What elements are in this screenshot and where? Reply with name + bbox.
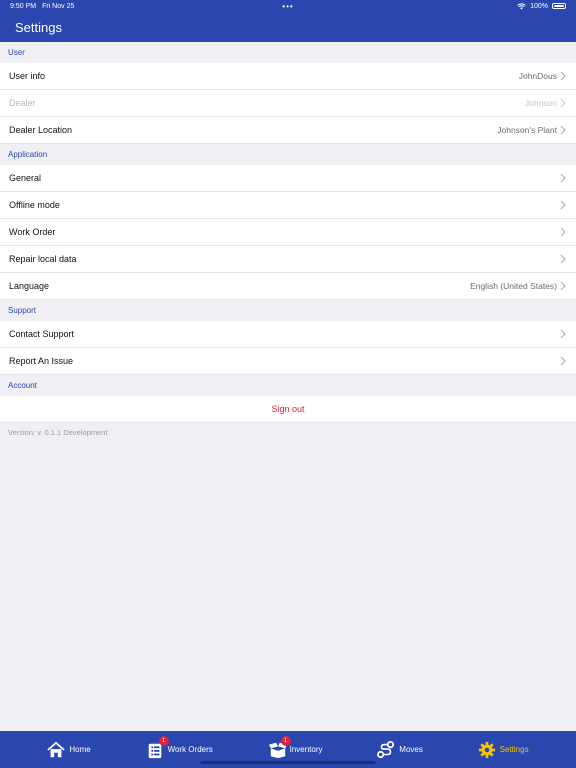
row-label: Work Order	[9, 227, 56, 237]
row-contact-support[interactable]: Contact Support	[0, 321, 576, 348]
tab-work-orders[interactable]: 1 Work Orders	[146, 735, 213, 765]
chevron-right-icon	[560, 173, 566, 183]
row-dealer-location[interactable]: Dealer Location Johnson's Plant	[0, 117, 576, 144]
row-general[interactable]: General	[0, 165, 576, 192]
sign-out-button[interactable]: Sign out	[0, 396, 576, 423]
status-time: 9:50 PM	[10, 2, 37, 10]
row-label: Language	[9, 281, 50, 291]
tab-inventory[interactable]: 1 Inventory	[268, 735, 323, 765]
inventory-icon-wrap: 1	[268, 735, 291, 759]
sign-out-label: Sign out	[271, 404, 305, 414]
navigation-bar: Settings	[0, 12, 576, 42]
home-indicator	[200, 761, 376, 764]
section-title: Account	[8, 381, 37, 390]
work-orders-badge: 1	[158, 735, 169, 746]
battery-icon	[552, 3, 566, 9]
wifi-icon	[517, 2, 526, 9]
row-work-order[interactable]: Work Order	[0, 219, 576, 246]
tab-settings[interactable]: Settings	[478, 735, 529, 765]
row-label: User info	[9, 71, 46, 81]
home-icon	[47, 741, 66, 757]
row-label: Report An Issue	[9, 356, 74, 366]
section-header-support: Support	[0, 300, 576, 321]
chevron-right-icon	[560, 329, 566, 339]
section-title: User	[8, 48, 25, 57]
section-header-user: User	[0, 42, 576, 63]
tab-home[interactable]: Home	[47, 735, 91, 765]
chevron-right-icon	[560, 281, 566, 291]
row-value: Johnson's Plant	[497, 125, 557, 135]
row-dealer: Dealer Johnson	[0, 90, 576, 117]
row-label: General	[9, 173, 42, 183]
route-icon	[377, 740, 395, 758]
chevron-right-icon	[560, 98, 566, 108]
status-bar: 9:50 PM Fri Nov 25 ••• 100%	[0, 0, 576, 12]
chevron-right-icon	[560, 227, 566, 237]
section-title: Support	[8, 306, 37, 315]
tab-label: Settings	[499, 745, 529, 754]
row-report-issue[interactable]: Report An Issue	[0, 348, 576, 375]
tab-moves[interactable]: Moves	[377, 735, 423, 765]
version-text: Version: v. 0.1.1 Development	[8, 428, 108, 437]
inventory-badge: 1	[280, 735, 291, 746]
section-header-account: Account	[0, 375, 576, 396]
gear-icon	[478, 741, 495, 758]
chevron-right-icon	[560, 254, 566, 264]
row-value: JohnDous	[518, 71, 557, 81]
row-label: Offline mode	[9, 200, 60, 210]
page-title: Settings	[15, 19, 62, 35]
tab-label: Moves	[399, 745, 423, 754]
row-label: Contact Support	[9, 329, 75, 339]
battery-percent: 100%	[530, 2, 548, 10]
chevron-right-icon	[560, 125, 566, 135]
row-offline-mode[interactable]: Offline mode	[0, 192, 576, 219]
row-label: Dealer Location	[9, 125, 73, 135]
tab-label: Inventory	[289, 745, 323, 754]
chevron-right-icon	[560, 71, 566, 81]
tab-label: Work Orders	[167, 745, 213, 754]
chevron-right-icon	[560, 356, 566, 366]
row-repair-local-data[interactable]: Repair local data	[0, 246, 576, 273]
status-date: Fri Nov 25	[42, 2, 75, 10]
row-value: Johnson	[524, 98, 557, 108]
multitasking-dots-icon: •••	[282, 1, 294, 11]
row-user-info[interactable]: User info JohnDous	[0, 63, 576, 90]
tab-bar: Home 1 Work Orders 1 Inventory Moves Set…	[0, 731, 576, 768]
row-value: English (United States)	[470, 281, 557, 291]
work-orders-icon-wrap: 1	[146, 735, 169, 759]
row-label: Dealer	[9, 98, 36, 108]
tab-label: Home	[69, 745, 91, 754]
section-header-application: Application	[0, 144, 576, 165]
row-language[interactable]: Language English (United States)	[0, 273, 576, 300]
row-label: Repair local data	[9, 254, 77, 264]
chevron-right-icon	[560, 200, 566, 210]
section-title: Application	[8, 150, 48, 159]
